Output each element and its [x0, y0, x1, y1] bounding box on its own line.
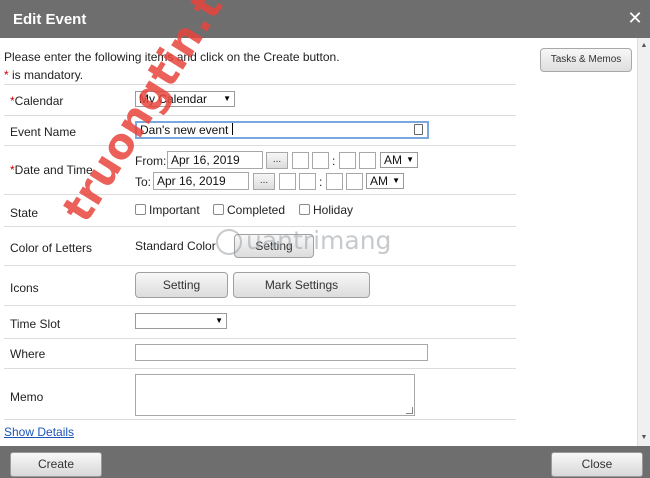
icons-label: Icons	[10, 281, 39, 295]
from-colon: :	[332, 154, 336, 168]
form-content: Please enter the following items and cli…	[0, 38, 637, 446]
from-label: From:	[135, 154, 167, 168]
dialog-body: Please enter the following items and cli…	[0, 38, 650, 446]
holiday-checkbox[interactable]	[299, 204, 310, 215]
date-time-label-text: Date and Time	[14, 163, 93, 177]
completed-label[interactable]: Completed	[227, 203, 285, 217]
memo-textarea[interactable]	[135, 374, 415, 416]
close-icon[interactable]: ✕	[626, 9, 644, 27]
text-cursor	[231, 123, 233, 135]
where-row: Where	[4, 338, 516, 368]
scroll-up-icon[interactable]: ▲	[638, 42, 650, 52]
scroll-down-icon[interactable]: ▼	[638, 434, 650, 444]
memo-label: Memo	[10, 390, 44, 404]
from-minute-box-2[interactable]	[359, 152, 376, 169]
date-time-label: *Date and Time	[10, 163, 93, 177]
dialog-title: Edit Event	[13, 11, 87, 28]
chevron-down-icon: ▼	[223, 94, 231, 103]
event-name-input[interactable]: Dan's new event	[135, 121, 429, 139]
icons-row: Icons Setting Mark Settings	[4, 265, 516, 305]
to-colon: :	[319, 175, 323, 189]
event-name-value: Dan's new event	[140, 123, 229, 137]
input-helper-icon[interactable]	[414, 124, 423, 135]
to-ampm-value: AM	[370, 174, 388, 188]
to-date-input[interactable]: Apr 16, 2019	[153, 172, 249, 190]
resize-grip-icon[interactable]	[406, 407, 413, 414]
from-hour-box[interactable]	[292, 152, 309, 169]
from-date-input[interactable]: Apr 16, 2019	[167, 151, 263, 169]
color-label: Color of Letters	[10, 241, 93, 255]
where-input[interactable]	[135, 344, 428, 361]
color-row: Color of Letters Standard Color Setting	[4, 226, 516, 265]
color-value: Standard Color	[135, 239, 216, 253]
mark-settings-button[interactable]: Mark Settings	[233, 272, 370, 298]
from-minute-box[interactable]	[339, 152, 356, 169]
memo-row: Memo	[4, 368, 516, 420]
chevron-down-icon: ▼	[406, 155, 414, 164]
calendar-row: *Calendar My Calendar ▼	[4, 84, 516, 115]
event-name-label: Event Name	[10, 125, 77, 139]
from-hour-box-2[interactable]	[312, 152, 329, 169]
icons-setting-button[interactable]: Setting	[135, 272, 228, 298]
vertical-scrollbar[interactable]: ▲ ▼	[637, 38, 650, 446]
edit-event-dialog: Edit Event ✕ Please enter the following …	[0, 0, 650, 478]
state-row: State Important Completed Holiday	[4, 194, 516, 226]
tasks-memos-button[interactable]: Tasks & Memos	[540, 48, 632, 72]
calendar-select[interactable]: My Calendar ▼	[135, 91, 235, 107]
to-date-picker-button[interactable]: ...	[253, 173, 275, 190]
important-checkbox[interactable]	[135, 204, 146, 215]
intro-text: Please enter the following items and cli…	[4, 50, 340, 64]
state-label: State	[10, 206, 39, 220]
to-hour-box[interactable]	[279, 173, 296, 190]
to-ampm-select[interactable]: AM ▼	[366, 173, 404, 189]
to-minute-box[interactable]	[326, 173, 343, 190]
completed-checkbox[interactable]	[213, 204, 224, 215]
to-hour-box-2[interactable]	[299, 173, 316, 190]
close-button[interactable]: Close	[551, 452, 643, 477]
time-slot-label: Time Slot	[10, 317, 61, 331]
time-slot-row: Time Slot ▼	[4, 305, 516, 338]
where-label: Where	[10, 347, 46, 361]
create-button[interactable]: Create	[10, 452, 102, 477]
date-time-row: *Date and Time From: Apr 16, 2019 ... : …	[4, 145, 516, 194]
mandatory-text: is mandatory.	[8, 68, 84, 82]
from-date-picker-button[interactable]: ...	[266, 152, 288, 169]
from-ampm-select[interactable]: AM ▼	[380, 152, 418, 168]
calendar-label: *Calendar	[10, 94, 63, 108]
chevron-down-icon: ▼	[392, 176, 400, 185]
footer-bar: Create Close	[0, 446, 650, 478]
title-bar: Edit Event ✕	[0, 0, 650, 38]
to-label: To:	[135, 175, 152, 189]
color-setting-button[interactable]: Setting	[234, 234, 314, 258]
chevron-down-icon: ▼	[215, 316, 223, 325]
time-slot-select[interactable]: ▼	[135, 313, 227, 329]
show-details-link[interactable]: Show Details	[4, 425, 74, 439]
important-label[interactable]: Important	[149, 203, 200, 217]
mandatory-note: * is mandatory.	[4, 68, 83, 82]
to-minute-box-2[interactable]	[346, 173, 363, 190]
holiday-label[interactable]: Holiday	[313, 203, 353, 217]
from-ampm-value: AM	[384, 153, 402, 167]
calendar-value: My Calendar	[139, 92, 208, 106]
calendar-label-text: Calendar	[14, 94, 64, 108]
event-name-row: Event Name Dan's new event	[4, 115, 516, 145]
